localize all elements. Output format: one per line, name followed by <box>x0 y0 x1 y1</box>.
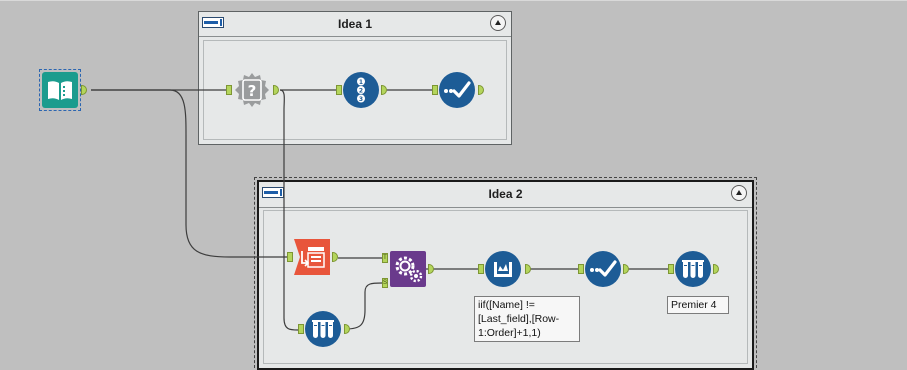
input-anchor[interactable] <box>432 85 438 95</box>
svg-text:?: ? <box>248 82 257 100</box>
input-anchor[interactable] <box>668 264 674 274</box>
multi-row-formula-tool[interactable] <box>390 251 426 287</box>
input-anchor-t[interactable]: T <box>382 253 388 263</box>
sample-annotation[interactable]: Premier 4 <box>667 296 729 314</box>
collapse-chevron-icon[interactable] <box>490 15 506 31</box>
svg-text:2: 2 <box>359 87 363 94</box>
checkmark-browse-icon <box>439 72 475 108</box>
collapse-chevron-icon[interactable] <box>731 185 747 201</box>
join-tool[interactable] <box>294 239 330 275</box>
numbered-list-icon: 1 2 3 <box>343 72 379 108</box>
browse-tool[interactable] <box>439 72 475 108</box>
workflow-canvas[interactable]: Idea 1 Idea 2 ? 1 2 3 T S iif([Name] != … <box>0 0 907 370</box>
container-header[interactable]: Idea 1 <box>199 12 511 37</box>
output-anchor[interactable] <box>81 85 87 95</box>
join-table-icon <box>294 239 330 275</box>
input-anchor-s[interactable]: S <box>382 278 388 288</box>
sample-tool[interactable] <box>305 311 341 347</box>
input-anchor[interactable] <box>336 85 342 95</box>
input-anchor[interactable] <box>478 264 484 274</box>
canvas-top-border <box>0 0 907 1</box>
gears-icon <box>390 251 426 287</box>
test-tubes-icon <box>675 251 711 287</box>
browse-tool[interactable] <box>585 251 621 287</box>
test-tubes-icon <box>305 311 341 347</box>
checkmark-browse-icon <box>585 251 621 287</box>
container-title: Idea 2 <box>488 187 523 201</box>
test-tool[interactable]: ? <box>234 72 270 108</box>
input-anchor[interactable] <box>578 264 584 274</box>
input-anchor[interactable] <box>287 252 293 262</box>
svg-text:1: 1 <box>359 79 363 86</box>
question-gear-icon: ? <box>235 73 269 107</box>
input-anchor[interactable] <box>298 324 304 334</box>
flask-formula-icon <box>485 251 521 287</box>
input-anchor[interactable] <box>226 85 232 95</box>
book-input-icon <box>42 72 78 108</box>
input-tool[interactable] <box>39 69 81 111</box>
svg-text:3: 3 <box>359 96 363 103</box>
formula-tool[interactable] <box>485 251 521 287</box>
container-title: Idea 1 <box>337 17 373 31</box>
sample-tool[interactable] <box>675 251 711 287</box>
record-id-tool[interactable]: 1 2 3 <box>343 72 379 108</box>
container-header[interactable]: Idea 2 <box>259 182 752 208</box>
formula-annotation[interactable]: iif([Name] != [Last_field],[Row-1:Order]… <box>474 296 580 342</box>
